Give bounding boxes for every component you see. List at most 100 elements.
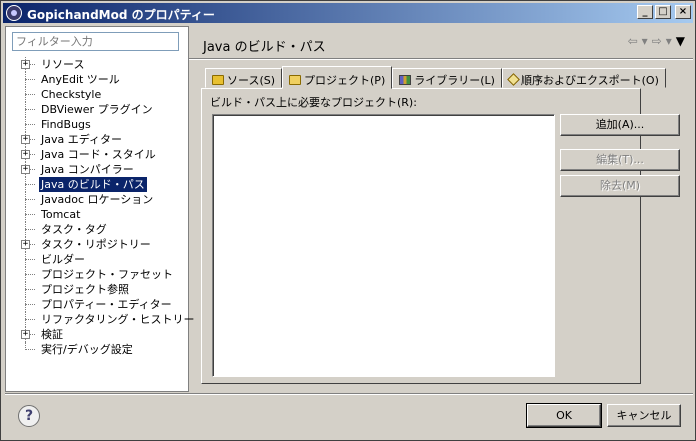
category-pane: + リソース AnyEdit ツール Checkstyle DBViewer プラグイン… bbox=[5, 26, 195, 392]
tab-label: ソース(S) bbox=[227, 73, 276, 87]
cancel-button[interactable]: キャンセル bbox=[607, 404, 681, 427]
tree-item[interactable]: タスク・タグ bbox=[12, 222, 190, 237]
expand-icon[interactable]: + bbox=[21, 60, 30, 69]
tree-item-label: Java エディター bbox=[41, 133, 122, 146]
tab-label: プロジェクト(P) bbox=[304, 73, 386, 87]
tree-item-label: プロパティー・エディター bbox=[41, 298, 172, 311]
tree-connector bbox=[25, 109, 35, 110]
tree-item-label: プロジェクト参照 bbox=[41, 283, 129, 296]
tree-connector bbox=[25, 229, 35, 230]
window-controls: _ □ × bbox=[635, 5, 691, 19]
help-icon[interactable]: ? bbox=[18, 405, 40, 427]
tab-label: 順序およびエクスポート(O) bbox=[520, 73, 659, 87]
tree-connector bbox=[25, 79, 35, 80]
tree-item-label: Checkstyle bbox=[41, 88, 102, 101]
tab-libraries[interactable]: ライブラリー(L) bbox=[392, 68, 502, 88]
tree-item[interactable]: + リソース bbox=[12, 57, 190, 72]
tree-item[interactable]: AnyEdit ツール bbox=[12, 72, 190, 87]
header-separator bbox=[189, 58, 693, 60]
library-icon bbox=[399, 74, 412, 85]
tab-label: ライブラリー(L) bbox=[414, 73, 495, 87]
tree-item[interactable]: + 検証 bbox=[12, 327, 190, 342]
expand-icon[interactable]: + bbox=[21, 330, 30, 339]
tab-order-export[interactable]: 順序およびエクスポート(O) bbox=[501, 68, 666, 88]
properties-dialog: GopichandMod のプロパティー _ □ × + リソース AnyEdit … bbox=[0, 0, 696, 441]
tree-item[interactable]: + Java コード・スタイル bbox=[12, 147, 190, 162]
tree-item[interactable]: プロジェクト参照 bbox=[12, 282, 190, 297]
tree-item-label: DBViewer プラグイン bbox=[41, 103, 153, 116]
project-folder-icon bbox=[289, 74, 302, 85]
tree-item-label: Java コード・スタイル bbox=[41, 148, 156, 161]
tree-item[interactable]: Tomcat bbox=[12, 207, 190, 222]
tree-connector bbox=[25, 319, 35, 320]
expand-icon[interactable]: + bbox=[21, 150, 30, 159]
page-pane: Java のビルド・パス ⇦ ▾ ⇨ ▾ ▼ ソース(S) プロジェクト(P) … bbox=[189, 26, 693, 392]
tab-projects[interactable]: プロジェクト(P) bbox=[282, 66, 393, 89]
tree-item-label: FindBugs bbox=[41, 118, 91, 131]
tab-source[interactable]: ソース(S) bbox=[205, 68, 283, 88]
back-dropdown-icon[interactable]: ▾ bbox=[642, 34, 648, 48]
projects-tab-panel: ビルド・パス上に必要なプロジェクト(R): 追加(A)... 編集(T)... … bbox=[201, 88, 680, 384]
tree-item-label: AnyEdit ツール bbox=[41, 73, 120, 86]
category-tree: + リソース AnyEdit ツール Checkstyle DBViewer プラグイン… bbox=[12, 57, 195, 357]
tree-item[interactable]: + Java エディター bbox=[12, 132, 190, 147]
tree-item-label: リファクタリング・ヒストリー bbox=[41, 313, 195, 326]
tree-item[interactable]: + Java コンパイラー bbox=[12, 162, 190, 177]
tree-connector bbox=[25, 274, 35, 275]
tree-item-label: プロジェクト・ファセット bbox=[41, 268, 173, 281]
tree-item[interactable]: Java のビルド・パス bbox=[12, 176, 190, 193]
tree-item[interactable]: 実行/デバッグ設定 bbox=[12, 342, 190, 357]
filter-input[interactable] bbox=[12, 32, 179, 51]
page-title: Java のビルド・パス bbox=[203, 40, 326, 55]
button-bar-separator bbox=[5, 393, 693, 395]
tree-item-label: Java のビルド・パス bbox=[38, 176, 148, 193]
page-nav: ⇦ ▾ ⇨ ▾ ▼ bbox=[628, 34, 685, 48]
tree-item-label: Tomcat bbox=[41, 208, 81, 221]
tree-item-label: Java コンパイラー bbox=[41, 163, 134, 176]
ok-button[interactable]: OK bbox=[526, 403, 602, 428]
view-menu-icon[interactable]: ▼ bbox=[676, 34, 685, 48]
expand-icon[interactable]: + bbox=[21, 165, 30, 174]
close-button[interactable]: × bbox=[675, 5, 691, 19]
tree-connector bbox=[25, 289, 35, 290]
order-export-icon bbox=[507, 73, 520, 86]
remove-button: 除去(M) bbox=[560, 175, 680, 197]
tree-item[interactable]: ビルダー bbox=[12, 252, 190, 267]
tree-connector bbox=[25, 94, 35, 95]
eclipse-icon bbox=[6, 5, 22, 21]
back-arrow-icon[interactable]: ⇦ bbox=[628, 34, 638, 48]
build-path-tabs: ソース(S) プロジェクト(P) ライブラリー(L) 順序およびエクスポート(O… bbox=[205, 66, 666, 89]
tree-item[interactable]: Checkstyle bbox=[12, 87, 190, 102]
tree-item-label: Javadoc ロケーション bbox=[41, 193, 154, 206]
tree-item[interactable]: FindBugs bbox=[12, 117, 190, 132]
tree-connector bbox=[25, 124, 35, 125]
edit-button: 編集(T)... bbox=[560, 149, 680, 171]
forward-dropdown-icon[interactable]: ▾ bbox=[666, 34, 672, 48]
tree-item-label: リソース bbox=[41, 58, 85, 71]
tree-item[interactable]: リファクタリング・ヒストリー bbox=[12, 312, 195, 327]
tree-connector bbox=[25, 259, 35, 260]
tree-item-label: ビルダー bbox=[41, 253, 85, 266]
forward-arrow-icon[interactable]: ⇨ bbox=[652, 34, 662, 48]
required-projects-label: ビルド・パス上に必要なプロジェクト(R): bbox=[210, 96, 417, 109]
source-folder-icon bbox=[212, 74, 224, 85]
page-header: Java のビルド・パス ⇦ ▾ ⇨ ▾ ▼ bbox=[193, 26, 693, 56]
minimize-button[interactable]: _ bbox=[637, 5, 653, 19]
tree-item[interactable]: DBViewer プラグイン bbox=[12, 102, 190, 117]
title-bar[interactable]: GopichandMod のプロパティー _ □ × bbox=[3, 3, 693, 23]
tree-item[interactable]: プロジェクト・ファセット bbox=[12, 267, 190, 282]
tree-item[interactable]: + タスク・リポジトリー bbox=[12, 237, 190, 252]
expand-icon[interactable]: + bbox=[21, 240, 30, 249]
tree-connector bbox=[25, 214, 35, 215]
tree-connector bbox=[25, 184, 35, 185]
tree-item-label: 実行/デバッグ設定 bbox=[41, 343, 133, 356]
add-button[interactable]: 追加(A)... bbox=[560, 114, 680, 136]
maximize-button[interactable]: □ bbox=[655, 5, 671, 19]
tree-item-label: 検証 bbox=[41, 328, 63, 341]
tree-item[interactable]: Javadoc ロケーション bbox=[12, 192, 190, 207]
tree-item-label: タスク・リポジトリー bbox=[41, 238, 151, 251]
expand-icon[interactable]: + bbox=[21, 135, 30, 144]
tree-item[interactable]: プロパティー・エディター bbox=[12, 297, 190, 312]
required-projects-list[interactable] bbox=[212, 114, 555, 377]
tree-connector bbox=[25, 304, 35, 305]
